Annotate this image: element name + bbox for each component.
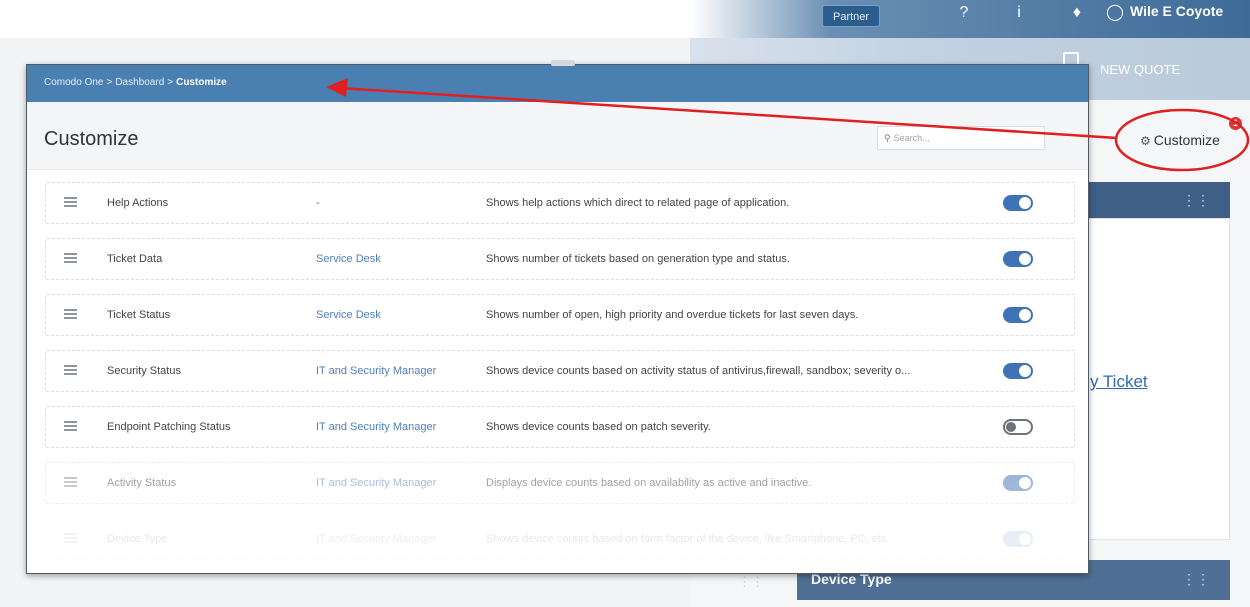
- drag-handle-icon[interactable]: [64, 309, 77, 320]
- widget-module[interactable]: IT and Security Manager: [316, 365, 436, 377]
- widget-toggle[interactable]: [1003, 251, 1033, 267]
- widget-toggle[interactable]: [1003, 475, 1033, 491]
- bell-icon[interactable]: ♦: [1068, 4, 1086, 22]
- search-icon: ⚲: [884, 133, 891, 143]
- drag-handle-icon[interactable]: [64, 365, 77, 376]
- widget-module[interactable]: IT and Security Manager: [316, 421, 436, 433]
- widget-module[interactable]: IT and Security Manager: [316, 477, 436, 489]
- widget-name: Ticket Status: [107, 309, 171, 321]
- widget-description: Shows number of tickets based on generat…: [486, 253, 790, 265]
- user-avatar-icon[interactable]: ◯: [1106, 4, 1124, 22]
- widget-name: Help Actions: [107, 197, 169, 209]
- widget-module[interactable]: Service Desk: [316, 253, 381, 265]
- widget-name: Security Status: [107, 365, 181, 377]
- widget-name: Ticket Data: [107, 253, 163, 265]
- help-icon[interactable]: ?: [955, 4, 973, 22]
- widget-toggle[interactable]: [1003, 195, 1033, 211]
- list-item[interactable]: Activity Status IT and Security Manager …: [45, 462, 1075, 504]
- widget-header: ⋮⋮: [1085, 182, 1230, 218]
- widget-name: Endpoint Patching Status: [107, 421, 231, 433]
- widget-toggle[interactable]: [1003, 363, 1033, 379]
- breadcrumb-separator: >: [106, 77, 113, 88]
- list-item[interactable]: Device Type IT and Security Manager Show…: [45, 518, 1075, 560]
- drag-handle-icon[interactable]: [64, 197, 77, 208]
- customize-link[interactable]: ⚙ Customize: [1140, 132, 1220, 148]
- widget-toggle[interactable]: [1003, 419, 1033, 435]
- widget-description: Shows device counts based on patch sever…: [486, 421, 711, 433]
- info-icon[interactable]: i: [1010, 4, 1028, 22]
- widget-module[interactable]: Service Desk: [316, 309, 381, 321]
- customize-dialog: Comodo One > Dashboard > Customize Customize…: [26, 64, 1089, 574]
- breadcrumb-item-customize: Customize: [176, 77, 227, 88]
- widget-description: Shows device counts based on activity st…: [486, 365, 911, 377]
- ticket-link[interactable]: y Ticket: [1090, 372, 1148, 392]
- grip-icon[interactable]: ⋮⋮: [1182, 571, 1210, 588]
- grip-icon: ⋮⋮: [738, 574, 764, 589]
- widget-description: Shows number of open, high priority and …: [486, 309, 859, 321]
- list-item[interactable]: Ticket Data Service Desk Shows number of…: [45, 238, 1075, 280]
- breadcrumb-separator: >: [167, 77, 174, 88]
- widget-module: -: [316, 197, 320, 209]
- step-badge: 1: [1229, 117, 1242, 130]
- widget-toggle[interactable]: [1003, 531, 1033, 547]
- dialog-header: Customize ⚲ Search...: [27, 102, 1088, 170]
- list-item[interactable]: Ticket Status Service Desk Shows number …: [45, 294, 1075, 336]
- partner-button[interactable]: Partner: [822, 5, 881, 27]
- search-input[interactable]: ⚲ Search...: [877, 126, 1045, 150]
- breadcrumb: Comodo One > Dashboard > Customize: [44, 77, 227, 88]
- customize-link-label: Customize: [1153, 132, 1220, 148]
- drag-handle-icon[interactable]: [64, 477, 77, 488]
- breadcrumb-item-dashboard[interactable]: Dashboard: [115, 77, 164, 88]
- search-placeholder: Search...: [893, 133, 930, 143]
- gears-icon: ⚙: [1140, 134, 1151, 148]
- widget-name: Device Type: [107, 533, 168, 545]
- widget-description: Shows device counts based on form factor…: [486, 533, 890, 545]
- screenshot-stage: Partner ? i ♦ ◯ Wile E Coyote NEW QUOTE …: [0, 0, 1250, 607]
- list-item[interactable]: Security Status IT and Security Manager …: [45, 350, 1075, 392]
- widget-name: Activity Status: [107, 477, 177, 489]
- new-quote-link[interactable]: NEW QUOTE: [1100, 62, 1180, 77]
- breadcrumb-bar: Comodo One > Dashboard > Customize: [27, 65, 1088, 102]
- list-item[interactable]: Endpoint Patching Status IT and Security…: [45, 406, 1075, 448]
- page-title: Customize: [44, 128, 139, 150]
- widget-description: Displays device counts based on availabi…: [486, 477, 812, 489]
- drag-handle-icon[interactable]: [64, 533, 77, 544]
- widget-description: Shows help actions which direct to relat…: [486, 197, 790, 209]
- list-item[interactable]: Help Actions - Shows help actions which …: [45, 182, 1075, 224]
- drag-handle-icon[interactable]: [64, 421, 77, 432]
- widget-toggle[interactable]: [1003, 307, 1033, 323]
- user-name[interactable]: Wile E Coyote: [1130, 3, 1223, 19]
- widget-module[interactable]: IT and Security Manager: [316, 533, 436, 545]
- breadcrumb-item-comodo-one[interactable]: Comodo One: [44, 77, 103, 88]
- grip-icon[interactable]: ⋮⋮: [1182, 192, 1210, 209]
- drag-handle-icon[interactable]: [64, 253, 77, 264]
- dialog-drag-handle[interactable]: [551, 60, 575, 66]
